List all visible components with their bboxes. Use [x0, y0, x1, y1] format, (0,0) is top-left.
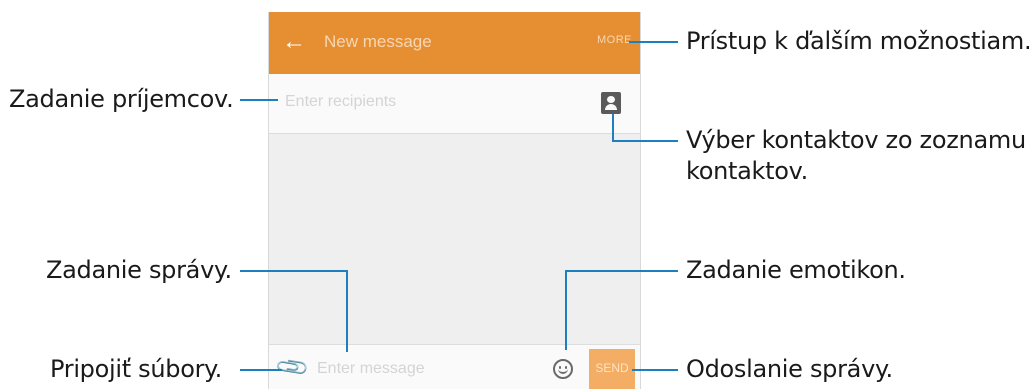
callout-line-emoticon-v	[565, 270, 567, 350]
callout-more-options: Prístup k ďalším možnostiam.	[686, 27, 1029, 55]
callout-line-contacts-v	[612, 114, 614, 142]
callout-line-recipients	[240, 99, 278, 101]
composer-bar: 📎 Enter message SEND	[269, 344, 640, 389]
callout-line-attach	[240, 369, 282, 371]
app-bar: ← New message MORE	[269, 12, 640, 74]
callout-send: Odoslanie správy.	[686, 355, 893, 383]
send-button[interactable]: SEND	[589, 349, 635, 389]
callout-attach: Pripojiť súbory.	[50, 355, 222, 383]
callout-message: Zadanie správy.	[46, 256, 232, 284]
callout-line-more	[629, 41, 678, 43]
contacts-icon[interactable]	[601, 92, 621, 114]
paperclip-icon[interactable]: 📎	[274, 349, 311, 387]
smiley-icon[interactable]	[553, 359, 573, 379]
more-button[interactable]: MORE	[597, 34, 632, 46]
callout-recipients: Zadanie príjemcov.	[9, 85, 234, 113]
callout-line-message-h	[240, 270, 348, 272]
screen-title: New message	[324, 32, 432, 51]
callout-line-message-v	[346, 270, 348, 352]
recipients-input[interactable]: Enter recipients	[285, 93, 396, 111]
callout-line-send	[632, 369, 678, 371]
send-button-label: SEND	[595, 361, 629, 375]
back-arrow-icon[interactable]: ←	[281, 29, 307, 55]
callout-contacts-line2: kontaktov.	[686, 157, 809, 185]
message-input[interactable]: Enter message	[317, 360, 425, 378]
phone-screen: ← New message MORE Enter recipients 📎 En…	[268, 12, 641, 389]
recipients-bar: Enter recipients	[269, 74, 640, 134]
callout-line-contacts-h	[612, 140, 678, 142]
callout-line-emoticon-h	[565, 270, 678, 272]
callout-emoticon: Zadanie emotikon.	[686, 256, 906, 284]
callout-contacts-line1: Výber kontaktov zo zoznamu	[686, 126, 1026, 154]
